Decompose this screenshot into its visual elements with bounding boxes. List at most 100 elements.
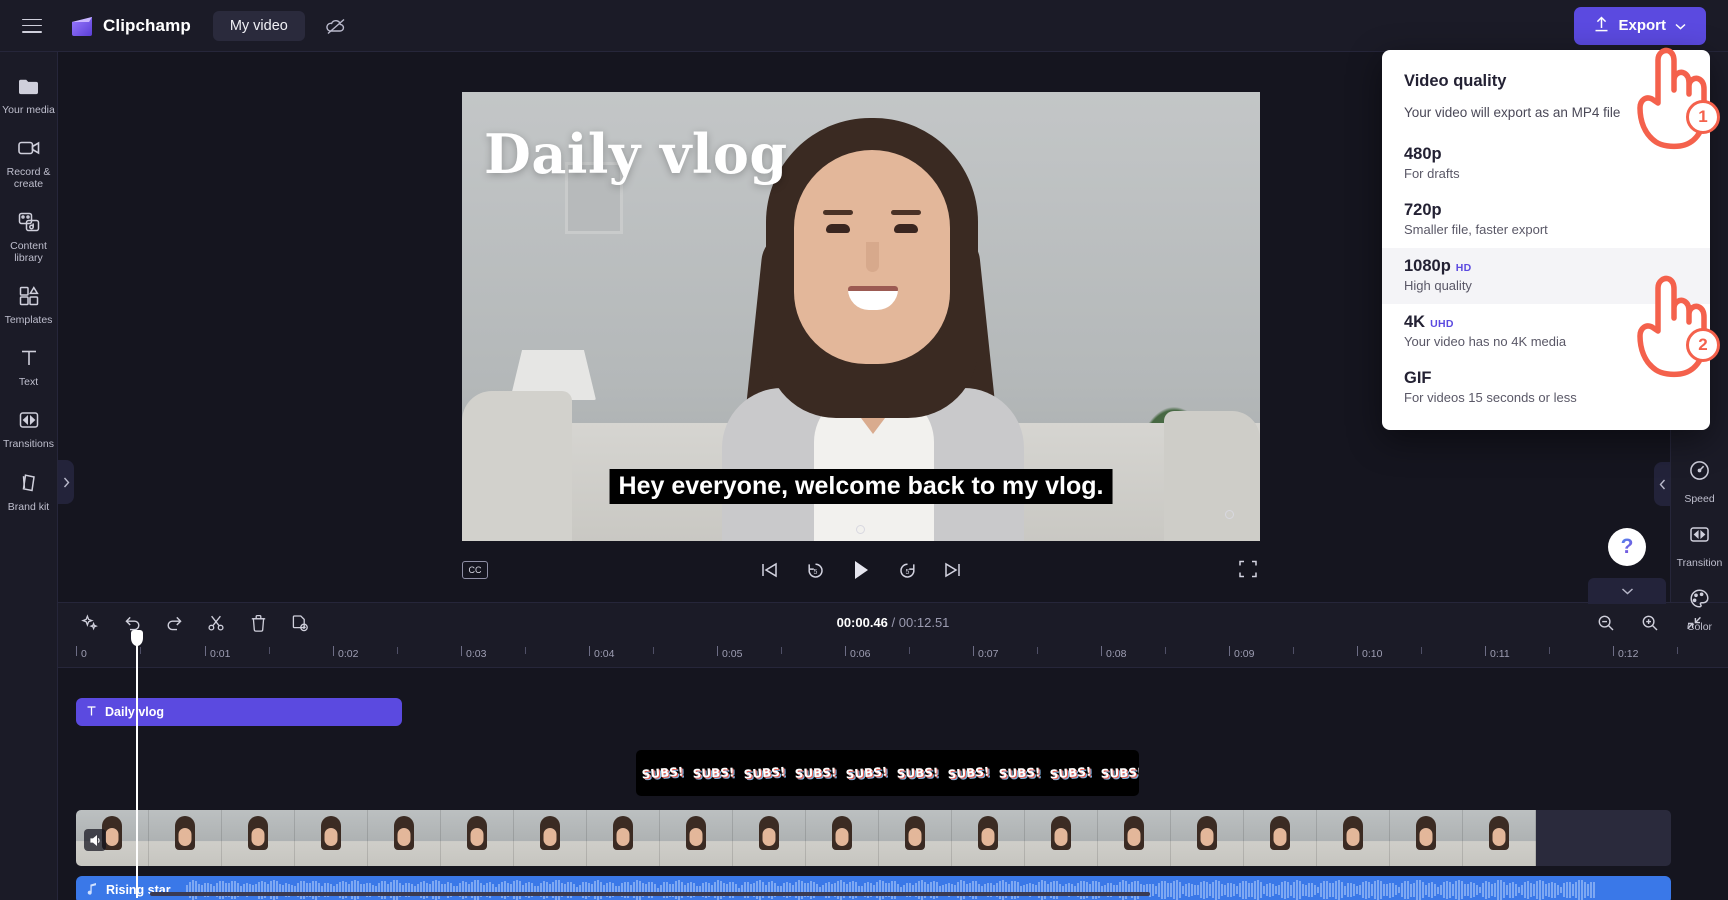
sidebar-item-label: Content library: [10, 240, 47, 265]
timeline-track-video: [58, 808, 1728, 870]
transitions-icon: [1688, 523, 1711, 551]
video-preview[interactable]: Daily vlog Hey everyone, welcome back to…: [462, 92, 1260, 541]
top-bar-right: Export: [1574, 6, 1728, 45]
redo-icon[interactable]: [164, 613, 184, 633]
video-thumbnail: [1317, 810, 1390, 866]
preview-person-brow-right: [891, 210, 921, 215]
skip-to-end-icon[interactable]: [941, 558, 965, 582]
rewind-5-icon[interactable]: 5: [803, 558, 827, 582]
sidebar-item-text[interactable]: Text: [0, 336, 57, 398]
skip-to-start-icon[interactable]: [757, 558, 781, 582]
export-option-badge: HD: [1455, 262, 1472, 274]
sidebar-item-brand-kit[interactable]: Brand kit: [0, 461, 57, 523]
right-sidebar-item-speed[interactable]: Speed: [1671, 450, 1728, 514]
video-thumbnail: [587, 810, 660, 866]
duplicate-icon[interactable]: [290, 613, 310, 633]
player-transport-controls: 5 5: [757, 558, 965, 582]
video-thumbnail: [733, 810, 806, 866]
forward-5-icon[interactable]: 5: [895, 558, 919, 582]
brand-name: Clipchamp: [103, 15, 191, 35]
play-icon[interactable]: [849, 558, 873, 582]
svg-text:5: 5: [905, 569, 909, 576]
right-sidebar-collapse-toggle[interactable]: [1654, 462, 1670, 506]
scissors-icon[interactable]: [206, 613, 226, 633]
magic-sparkle-icon[interactable]: [80, 613, 100, 633]
sidebar-item-transitions[interactable]: Transitions: [0, 398, 57, 460]
export-option-desc: Smaller file, faster export: [1404, 222, 1548, 237]
export-option-name: 720p: [1404, 201, 1442, 219]
right-sidebar-item-transition[interactable]: Transition: [1671, 514, 1728, 578]
video-thumbnail: [806, 810, 879, 866]
sidebar-item-label: Text: [18, 376, 39, 389]
fullscreen-icon[interactable]: [1238, 559, 1260, 581]
help-button[interactable]: ?: [1608, 528, 1646, 566]
sidebar-item-content-library[interactable]: Content library: [0, 200, 57, 274]
video-thumbnail: [149, 810, 222, 866]
timeline-horizontal-scrollbar[interactable]: [150, 892, 1150, 896]
hamburger-icon[interactable]: [22, 18, 42, 33]
video-thumbnail: [879, 810, 952, 866]
export-option-720p[interactable]: 720p Smaller file, faster export: [1382, 192, 1710, 248]
project-title-tab[interactable]: My video: [212, 10, 305, 41]
zoom-in-icon[interactable]: [1640, 613, 1660, 633]
right-sidebar-item-label: Color: [1686, 621, 1713, 633]
total-time: 00:12.51: [898, 615, 950, 630]
preview-title-overlay[interactable]: Daily vlog: [484, 122, 788, 186]
sticker-thumbnail: SUBS!: [896, 765, 939, 781]
preview-caption-overlay[interactable]: Hey everyone, welcome back to my vlog.: [609, 469, 1113, 504]
export-option-4k[interactable]: 4K UHD Your video has no 4K media: [1382, 304, 1710, 360]
brand-logo-group[interactable]: Clipchamp: [70, 15, 191, 37]
sidebar-collapse-toggle[interactable]: [58, 460, 74, 504]
sidebar-item-your-media[interactable]: Your media: [0, 64, 57, 126]
sidebar-item-templates[interactable]: Templates: [0, 274, 57, 336]
right-sidebar-item-color[interactable]: Color: [1671, 578, 1728, 642]
video-thumbnail: [222, 810, 295, 866]
top-bar: Clipchamp My video Export: [0, 0, 1728, 52]
sidebar-item-record-create[interactable]: Record & create: [0, 126, 57, 200]
preview-couch-arm-left: [462, 391, 572, 541]
video-thumbnail: [1098, 810, 1171, 866]
export-option-badge: UHD: [1430, 318, 1454, 330]
video-thumbnail: [952, 810, 1025, 866]
export-option-480p[interactable]: 480p For drafts: [1382, 136, 1710, 192]
cloud-offline-icon[interactable]: [323, 13, 349, 39]
export-option-desc: Your video has no 4K media: [1404, 334, 1567, 349]
timeline-clip-audio[interactable]: Rising star: [76, 876, 1671, 900]
video-camera-icon: [17, 136, 41, 160]
chevron-down-icon: [1675, 17, 1686, 34]
preview-handle-bottom-center[interactable]: [856, 525, 865, 534]
upload-arrow-icon: [1594, 15, 1609, 36]
captions-toggle-button[interactable]: CC: [462, 561, 488, 579]
preview-person-eye-left: [826, 224, 850, 233]
media-library-icon: [17, 210, 41, 234]
export-option-desc: High quality: [1404, 278, 1472, 293]
sidebar-item-label: Templates: [4, 314, 53, 327]
export-option-gif[interactable]: GIF For videos 15 seconds or less: [1382, 360, 1710, 416]
video-thumbnail: [1025, 810, 1098, 866]
right-sidebar-item-label: Speed: [1684, 493, 1715, 505]
video-thumbnail: [295, 810, 368, 866]
music-note-icon: [86, 882, 98, 898]
clip-volume-icon[interactable]: [84, 829, 106, 851]
right-sidebar-item-label: Transition: [1676, 557, 1723, 569]
timeline-clip-video[interactable]: [76, 810, 1671, 866]
timeline-clip-sticker[interactable]: SUBS! SUBS! SUBS! SUBS! SUBS! SUBS! SUBS! SUBS!…: [636, 750, 1139, 796]
text-t-icon: [17, 346, 41, 370]
zoom-out-icon[interactable]: [1596, 613, 1616, 633]
export-button[interactable]: Export: [1574, 6, 1706, 45]
preview-handle-bottom-right[interactable]: [1225, 510, 1234, 519]
export-option-1080p[interactable]: 1080p HD High quality: [1382, 248, 1710, 304]
undo-icon[interactable]: [122, 613, 142, 633]
sticker-thumbnail: SUBS!: [947, 764, 990, 782]
timeline-ruler[interactable]: 0 0:01 0:02 0:03 0:04 0:05 0:06 0:07 0:0…: [58, 642, 1728, 668]
sticker-thumbnail: SUBS!: [794, 765, 837, 781]
timeline-clip-text[interactable]: Daily vlog: [76, 698, 402, 726]
video-thumbnail: [441, 810, 514, 866]
sticker-thumbnail: SUBS!: [998, 765, 1041, 781]
speedometer-icon: [1688, 459, 1711, 487]
player-controls: CC 5 5: [462, 550, 1260, 590]
panel-collapse-chevron[interactable]: [1588, 578, 1666, 604]
sticker-thumbnail: SUBS!: [641, 764, 684, 782]
export-option-name: GIF: [1404, 369, 1432, 387]
trash-icon[interactable]: [248, 613, 268, 633]
